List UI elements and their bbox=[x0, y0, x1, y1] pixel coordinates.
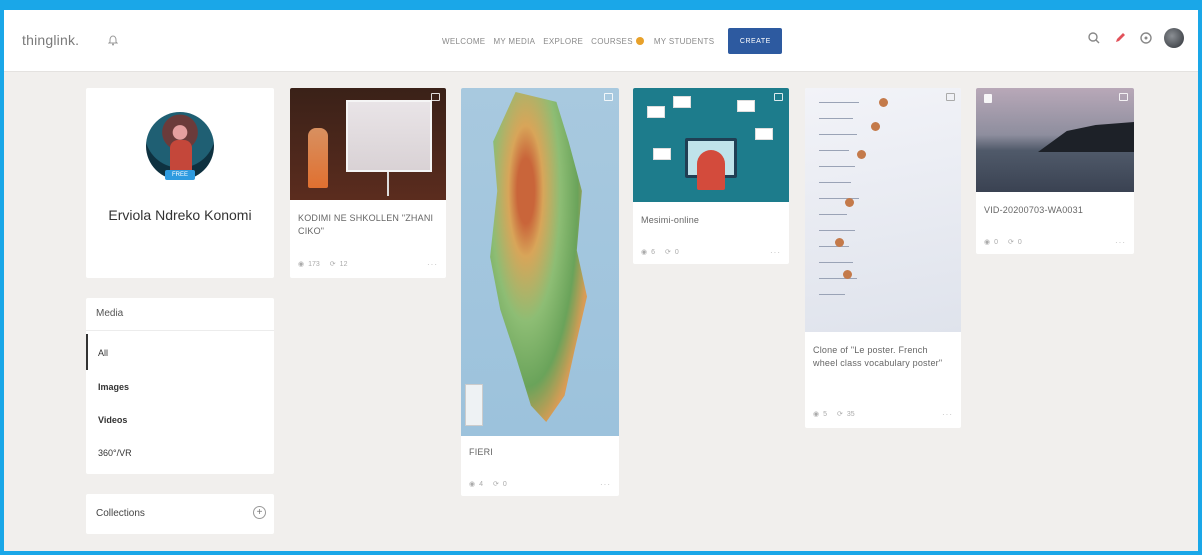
card-stats: ◉ 4 ⟳ 0 bbox=[469, 480, 511, 489]
more-options-icon[interactable]: ··· bbox=[600, 480, 611, 489]
main-nav: WELCOME MY MEDIA EXPLORE COURSES MY STUD… bbox=[442, 27, 783, 55]
active-filter-indicator bbox=[86, 334, 88, 370]
eye-icon: ◉ bbox=[641, 249, 648, 256]
media-card[interactable]: Clone of "Le poster. French wheel class … bbox=[805, 88, 961, 428]
card-thumbnail[interactable] bbox=[633, 88, 789, 202]
filter-360-vr[interactable]: 360°/VR bbox=[98, 448, 132, 458]
add-collection-icon[interactable]: + bbox=[253, 506, 266, 519]
search-icon[interactable] bbox=[1086, 30, 1102, 46]
media-card[interactable]: Mesimi-online ◉ 6 ⟳ 0 ··· bbox=[633, 88, 789, 264]
share-count: 12 bbox=[339, 260, 348, 268]
share-icon: ⟳ bbox=[837, 411, 843, 418]
card-thumbnail[interactable] bbox=[461, 88, 619, 436]
card-stats: ◉ 5 ⟳ 35 bbox=[813, 410, 859, 419]
topbar-right-icons bbox=[1076, 28, 1184, 48]
card-stats: ◉ 173 ⟳ 12 bbox=[298, 260, 351, 269]
profile-card: FREE Erviola Ndreko Konomi bbox=[86, 88, 274, 278]
share-count: 0 bbox=[502, 480, 507, 488]
filter-all[interactable]: All bbox=[98, 348, 108, 358]
view-count: 5 bbox=[823, 410, 828, 418]
help-icon[interactable] bbox=[1138, 30, 1154, 46]
collections-panel[interactable]: Collections + bbox=[86, 494, 274, 534]
view-count: 173 bbox=[308, 260, 320, 268]
nav-my-media[interactable]: MY MEDIA bbox=[493, 37, 535, 46]
eye-icon: ◉ bbox=[469, 481, 476, 488]
share-icon: ⟳ bbox=[493, 481, 499, 488]
card-thumbnail[interactable] bbox=[976, 88, 1134, 192]
card-title[interactable]: Clone of "Le poster. French wheel class … bbox=[813, 344, 953, 370]
eye-icon: ◉ bbox=[298, 261, 305, 268]
notification-bell-icon[interactable] bbox=[108, 35, 118, 46]
image-type-icon bbox=[946, 93, 955, 101]
more-options-icon[interactable]: ··· bbox=[942, 410, 953, 419]
courses-new-dot bbox=[635, 37, 644, 45]
pencil-icon[interactable] bbox=[1112, 30, 1128, 46]
card-thumbnail[interactable] bbox=[805, 88, 961, 332]
top-navigation-bar: thinglink. WELCOME MY MEDIA EXPLORE COUR… bbox=[4, 10, 1198, 72]
card-title[interactable]: FIERI bbox=[469, 446, 493, 459]
card-title[interactable]: VID-20200703-WA0031 bbox=[984, 204, 1083, 217]
image-type-icon bbox=[604, 93, 613, 101]
create-button[interactable]: CREATE bbox=[728, 28, 783, 54]
thinglink-logo[interactable]: thinglink. bbox=[22, 32, 79, 48]
card-title[interactable]: Mesimi-online bbox=[641, 214, 699, 227]
app-window: thinglink. WELCOME MY MEDIA EXPLORE COUR… bbox=[0, 0, 1202, 555]
nav-explore[interactable]: EXPLORE bbox=[543, 37, 583, 46]
card-stats: ◉ 0 ⟳ 0 bbox=[984, 238, 1026, 247]
share-icon: ⟳ bbox=[665, 249, 671, 256]
media-filter-panel: Media All Images Videos 360°/VR bbox=[86, 298, 274, 474]
eye-icon: ◉ bbox=[984, 239, 991, 246]
filter-videos[interactable]: Videos bbox=[98, 415, 127, 425]
card-title[interactable]: KODIMI NE SHKOLLEN "ZHANI CIKO" bbox=[298, 212, 438, 238]
user-avatar[interactable] bbox=[1164, 28, 1184, 48]
share-count: 0 bbox=[674, 248, 679, 256]
filter-images[interactable]: Images bbox=[98, 382, 129, 392]
more-options-icon[interactable]: ··· bbox=[770, 248, 781, 257]
share-icon: ⟳ bbox=[329, 261, 336, 268]
profile-name: Erviola Ndreko Konomi bbox=[108, 207, 252, 223]
media-card[interactable]: KODIMI NE SHKOLLEN "ZHANI CIKO" ◉ 173 ⟳ … bbox=[290, 88, 446, 278]
divider bbox=[86, 330, 274, 331]
more-options-icon[interactable]: ··· bbox=[427, 260, 438, 269]
collections-label: Collections bbox=[96, 508, 145, 519]
image-type-icon bbox=[774, 93, 783, 101]
nav-courses[interactable]: COURSES bbox=[591, 37, 633, 46]
view-count: 4 bbox=[479, 480, 484, 488]
nav-my-students[interactable]: MY STUDENTS bbox=[654, 37, 715, 46]
share-count: 0 bbox=[1017, 238, 1022, 246]
view-count: 6 bbox=[651, 248, 656, 256]
video-type-icon bbox=[1119, 93, 1128, 101]
lock-icon bbox=[984, 94, 992, 103]
media-card[interactable]: VID-20200703-WA0031 ◉ 0 ⟳ 0 ··· bbox=[976, 88, 1134, 254]
nav-welcome[interactable]: WELCOME bbox=[442, 37, 485, 46]
image-type-icon bbox=[431, 93, 440, 101]
share-count: 35 bbox=[846, 410, 855, 418]
media-card[interactable]: FIERI ◉ 4 ⟳ 0 ··· bbox=[461, 88, 619, 496]
view-count: 0 bbox=[994, 238, 999, 246]
card-thumbnail[interactable] bbox=[290, 88, 446, 200]
share-icon: ⟳ bbox=[1008, 239, 1014, 246]
media-filter-title: Media bbox=[96, 308, 124, 319]
card-stats: ◉ 6 ⟳ 0 bbox=[641, 248, 683, 257]
free-plan-badge: FREE bbox=[165, 170, 195, 180]
more-options-icon[interactable]: ··· bbox=[1115, 238, 1126, 247]
eye-icon: ◉ bbox=[813, 411, 820, 418]
